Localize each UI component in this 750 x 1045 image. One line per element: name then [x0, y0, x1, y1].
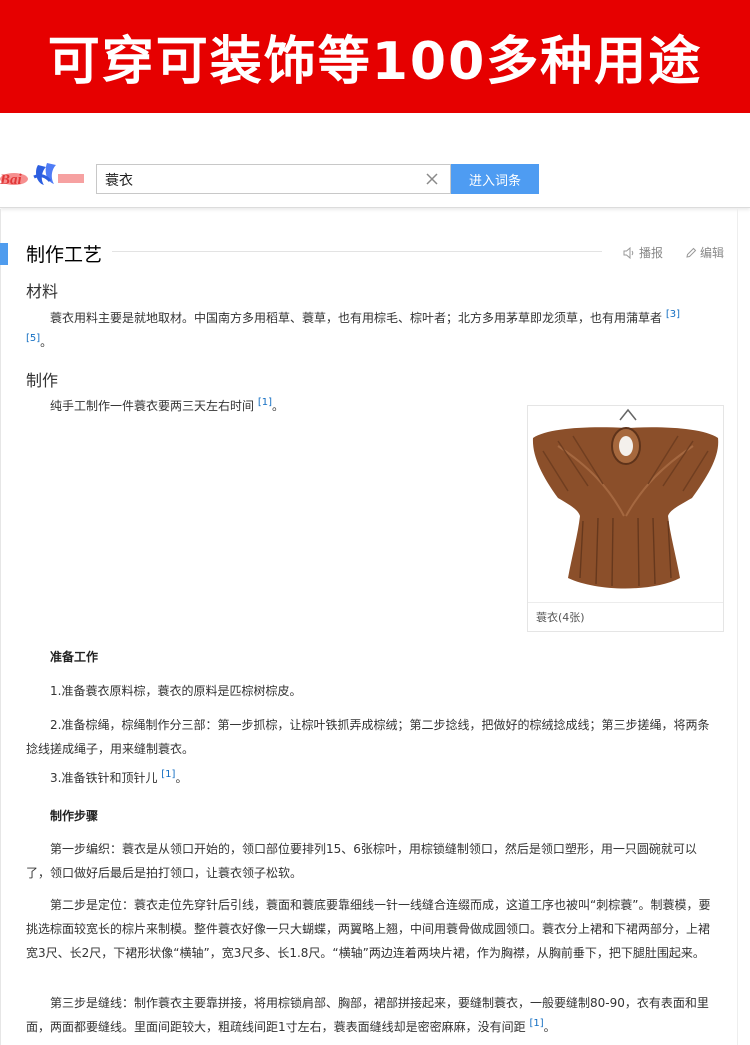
report-button[interactable]: 播报	[623, 244, 663, 261]
material-text: 蓑衣用料主要是就地取材。中国南方多用稻草、蓑草，也有用棕毛、棕叶者；北方多用茅草…	[50, 311, 663, 325]
make-heading: 制作	[26, 371, 59, 390]
section-accent	[0, 243, 8, 265]
step-3-end: 。	[543, 1020, 556, 1034]
make-paragraph: 纯手工制作一件蓑衣要两三天左右时间 [1]。	[26, 394, 506, 418]
prep-title: 准备工作	[50, 650, 99, 664]
prep-item-1: 1.准备蓑衣原料棕，蓑衣的原料是匹棕树棕皮。	[50, 684, 302, 698]
citation-1[interactable]: [1]	[258, 397, 272, 408]
search-input[interactable]	[105, 170, 405, 190]
speaker-icon	[623, 246, 634, 259]
citation-1[interactable]: [1]	[529, 1018, 543, 1029]
step-1: 第一步编织：蓑衣是从领口开始的，领口部位要排列15、6张棕叶，用棕锁缝制领口，然…	[26, 842, 697, 880]
section-divider	[112, 251, 602, 252]
baidu-logo-icon[interactable]: Bai	[0, 157, 88, 193]
citation-5[interactable]: [5]	[26, 333, 40, 344]
image-card[interactable]: 蓑衣(4张)	[527, 405, 724, 632]
report-label: 播报	[639, 246, 664, 260]
section-title: 制作工艺	[26, 244, 103, 266]
step-3-text: 第三步是缝线：制作蓑衣主要靠拼接，将用棕锁肩部、胸部，裙部拼接起来，要缝制蓑衣，…	[26, 996, 709, 1034]
svg-text:Bai: Bai	[0, 172, 23, 188]
prep-item-3-text: 3.准备铁针和顶针儿	[50, 771, 158, 785]
prep-item-3-end: 。	[175, 771, 188, 785]
material-paragraph: 蓑衣用料主要是就地取材。中国南方多用稻草、蓑草，也有用棕毛、棕叶者；北方多用茅草…	[26, 306, 716, 354]
citation-1[interactable]: [1]	[161, 769, 175, 780]
citation-3[interactable]: [3]	[666, 309, 680, 320]
make-end: 。	[272, 399, 285, 413]
edit-button[interactable]: 编辑	[685, 244, 724, 261]
prep-item-2: 2.准备棕绳，棕绳制作分三部：第一步抓棕，让棕叶铁抓弄成棕绒；第二步捻线，把做好…	[26, 718, 710, 756]
step-3: 第三步是缝线：制作蓑衣主要靠拼接，将用棕锁肩部、胸部，裙部拼接起来，要缝制蓑衣，…	[26, 991, 720, 1039]
edit-label: 编辑	[700, 246, 725, 260]
right-border	[737, 209, 738, 1045]
prep-item-3: 3.准备铁针和顶针儿 [1]。	[50, 766, 720, 790]
material-end: 。	[40, 335, 53, 349]
material-heading: 材料	[26, 282, 59, 301]
image-caption[interactable]: 蓑衣(4张)	[528, 602, 723, 632]
pencil-icon	[686, 247, 697, 258]
straw-raincoat-image[interactable]	[528, 406, 723, 602]
make-text: 纯手工制作一件蓑衣要两三天左右时间	[50, 399, 255, 413]
banner-text: 可穿可装饰等100多种用途	[47, 32, 703, 92]
enter-entry-button[interactable]: 进入词条	[451, 164, 539, 194]
article-content: 制作工艺 播报 编辑 材料 蓑衣用料主要是就地取材。中国南方多用稻草、蓑草，也有…	[0, 209, 750, 1045]
search-box	[96, 164, 451, 194]
left-border	[0, 209, 1, 1045]
promo-banner: 可穿可装饰等100多种用途	[0, 0, 750, 113]
steps-title: 制作步骤	[50, 809, 99, 823]
clear-icon[interactable]	[424, 171, 440, 187]
step-2: 第二步是定位：蓑衣走位先穿针后引线，蓑面和蓑底要靠细线一针一线缝合连缀而成，这道…	[26, 898, 711, 960]
